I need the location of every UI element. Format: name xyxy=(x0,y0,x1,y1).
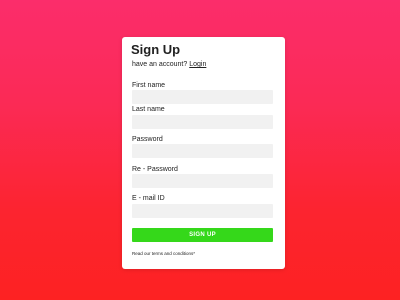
signup-card: Sign Up have an account? Login First nam… xyxy=(122,37,285,269)
sign-up-button[interactable]: SIGN UP xyxy=(132,228,273,242)
first-name-label: First name xyxy=(132,82,166,89)
login-link[interactable]: Login xyxy=(189,61,206,68)
email-label: E - mail ID xyxy=(132,195,165,202)
have-account-text: have an account? xyxy=(132,61,188,68)
password-label: Password xyxy=(132,136,163,143)
last-name-input[interactable] xyxy=(132,115,273,129)
password-input[interactable] xyxy=(132,144,273,158)
re-password-label: Re - Password xyxy=(132,166,178,173)
first-name-input[interactable] xyxy=(132,90,273,104)
form-title: Sign Up xyxy=(131,42,181,57)
last-name-label: Last name xyxy=(132,106,165,113)
terms-text[interactable]: Read our terms and conditions* xyxy=(132,251,195,257)
have-account-line: have an account? Login xyxy=(132,60,206,69)
email-input[interactable] xyxy=(132,204,273,218)
re-password-input[interactable] xyxy=(132,174,273,188)
